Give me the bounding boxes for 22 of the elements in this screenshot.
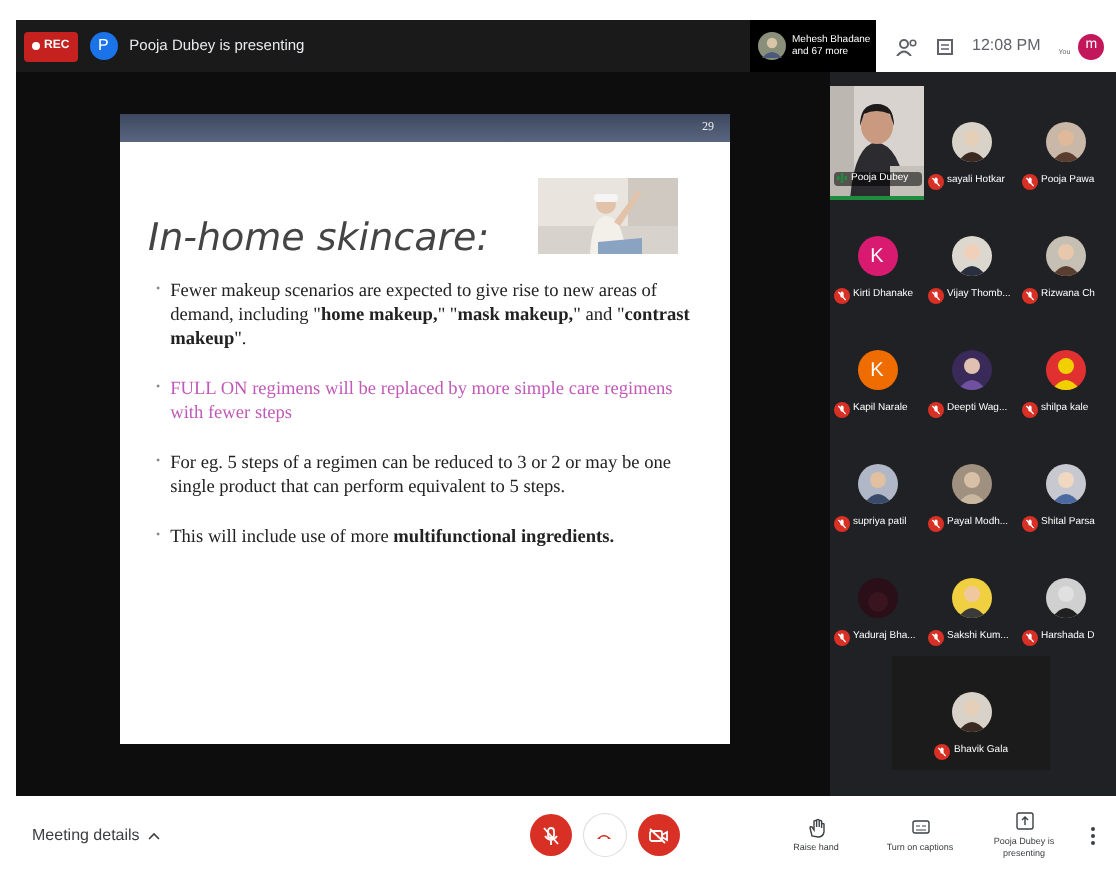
captions-icon: [911, 817, 929, 838]
avatar-letter: K: [857, 350, 897, 390]
bullet-text: This will include use of more multifunctional ingredients.: [170, 526, 615, 551]
camera-off-icon: [648, 827, 669, 843]
clock-time: 12:08 PM: [972, 34, 1041, 58]
people-icon[interactable]: [896, 37, 918, 55]
more-options-icon[interactable]: [1090, 825, 1096, 845]
present-icon: [1015, 811, 1033, 832]
meeting-details-button[interactable]: Meeting details: [32, 823, 160, 847]
bullet-text: For eg. 5 steps of a regimen can be reduced to 3 or 2 or may be one single product that can perform equivalent to 5 steps.: [170, 451, 674, 501]
slide-title: In-home skincare:: [148, 214, 490, 264]
chevron-up-icon: [147, 831, 160, 839]
hand-icon: [807, 817, 825, 838]
avatar-letter: K: [857, 236, 897, 276]
phone-icon: [596, 831, 613, 839]
camera-button[interactable]: [637, 814, 680, 856]
mic-off-icon: [541, 825, 560, 845]
bullet-text: Fewer makeup scenarios are expected to give rise to new areas of demand, including "home makeup," "mask makeup," and "contrast makeup".: [170, 279, 692, 352]
presenter-avatar: P: [89, 32, 118, 60]
chat-icon[interactable]: [936, 37, 954, 55]
microphone-button[interactable]: [529, 814, 572, 856]
bullet-text: FULL ON regimens will be replaced by more simple care regimens with fewer steps: [170, 377, 675, 426]
